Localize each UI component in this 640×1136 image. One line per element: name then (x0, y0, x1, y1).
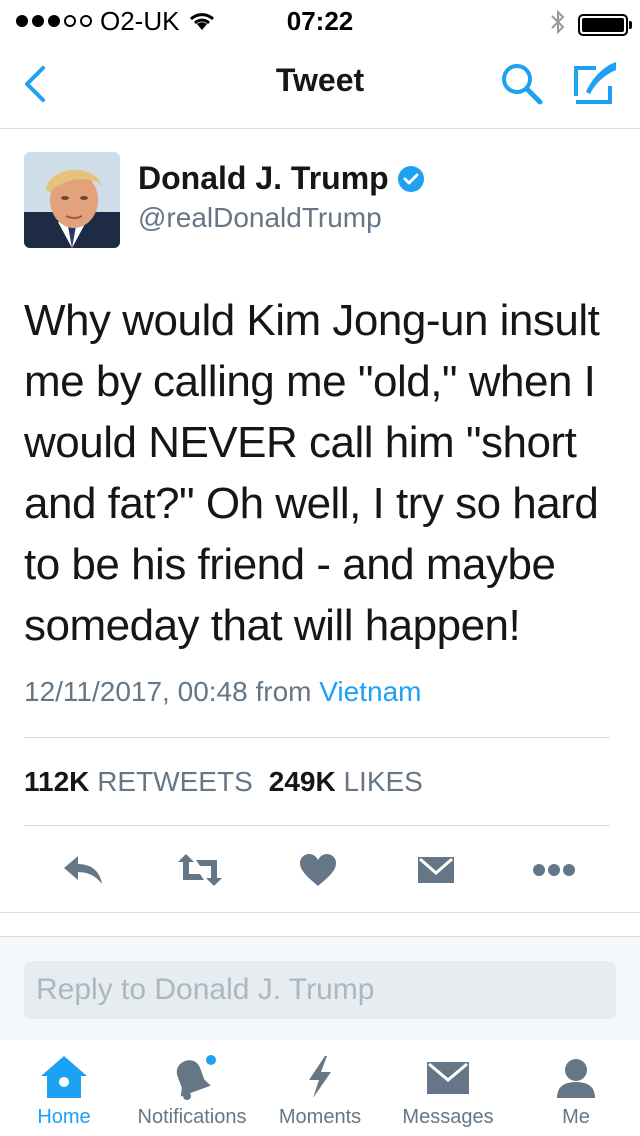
divider (24, 825, 610, 826)
home-icon (41, 1056, 87, 1098)
tab-label: Home (37, 1106, 91, 1128)
avatar-image (24, 152, 120, 248)
tweet-timestamp: 12/11/2017, 00:48 (24, 676, 248, 707)
tab-moments[interactable]: Moments (256, 1048, 384, 1136)
tab-messages[interactable]: Messages (384, 1048, 512, 1136)
reply-button[interactable] (60, 846, 108, 894)
search-icon (502, 64, 543, 105)
tab-label: Me (562, 1106, 590, 1128)
bluetooth-icon (550, 8, 566, 41)
retweet-button[interactable] (176, 846, 224, 894)
tweet-actions (0, 840, 640, 900)
battery-fill (582, 17, 624, 32)
me-icon (557, 1059, 595, 1098)
messages-icon (427, 1062, 469, 1094)
likes-count: 249K (268, 766, 336, 797)
more-button[interactable] (530, 846, 578, 894)
divider (0, 912, 640, 913)
compose-button[interactable] (570, 56, 622, 108)
reply-icon (64, 856, 102, 884)
retweets-stat[interactable]: 112K RETWEETS (24, 766, 253, 797)
tweet-text: Why would Kim Jong-un insult me by calli… (24, 296, 600, 650)
direct-message-button[interactable] (412, 846, 460, 894)
tweet-detail-screen: O2-UK 07:22 Tweet Donald J. Trump @realD… (0, 0, 640, 1136)
author-name-row[interactable]: Donald J. Trump (138, 160, 425, 197)
likes-label: LIKES (343, 766, 423, 797)
moments-icon (309, 1056, 331, 1098)
status-time: 07:22 (286, 6, 354, 36)
reply-bar (0, 936, 640, 1041)
divider (24, 737, 610, 738)
likes-stat[interactable]: 249K LIKES (269, 766, 423, 797)
reply-input[interactable] (24, 961, 616, 1019)
tab-label: Messages (402, 1106, 494, 1128)
avatar[interactable] (24, 152, 120, 248)
retweets-label: RETWEETS (97, 766, 253, 797)
status-right (550, 8, 632, 41)
nav-bar: Tweet (0, 40, 640, 129)
direct-message-icon (418, 857, 454, 883)
timestamp-row: 12/11/2017, 00:48 from Vietnam (24, 676, 421, 708)
search-button[interactable] (496, 58, 546, 108)
from-label: from (255, 676, 312, 707)
author-handle[interactable]: @realDonaldTrump (138, 202, 382, 234)
like-icon (300, 854, 336, 886)
author-name: Donald J. Trump (138, 160, 389, 196)
retweets-count: 112K (24, 766, 90, 797)
tab-label: Notifications (137, 1106, 247, 1128)
like-button[interactable] (294, 846, 342, 894)
tweet-location-link[interactable]: Vietnam (319, 676, 421, 707)
status-bar: O2-UK 07:22 (0, 0, 640, 40)
more-icon (533, 864, 575, 876)
tab-home[interactable]: Home (0, 1048, 128, 1136)
stats-row: 112K RETWEETS 249K LIKES (24, 766, 423, 798)
tab-notifications[interactable]: Notifications (128, 1048, 256, 1136)
tab-bar: Home Notifications Moments Messages Me (0, 1040, 640, 1136)
verified-badge-icon (397, 165, 424, 192)
tab-label: Moments (278, 1106, 362, 1128)
tab-me[interactable]: Me (512, 1048, 640, 1136)
notifications-icon (176, 1055, 216, 1100)
battery-icon (578, 13, 632, 36)
compose-tweet-icon (574, 62, 616, 104)
retweet-icon (178, 854, 222, 886)
